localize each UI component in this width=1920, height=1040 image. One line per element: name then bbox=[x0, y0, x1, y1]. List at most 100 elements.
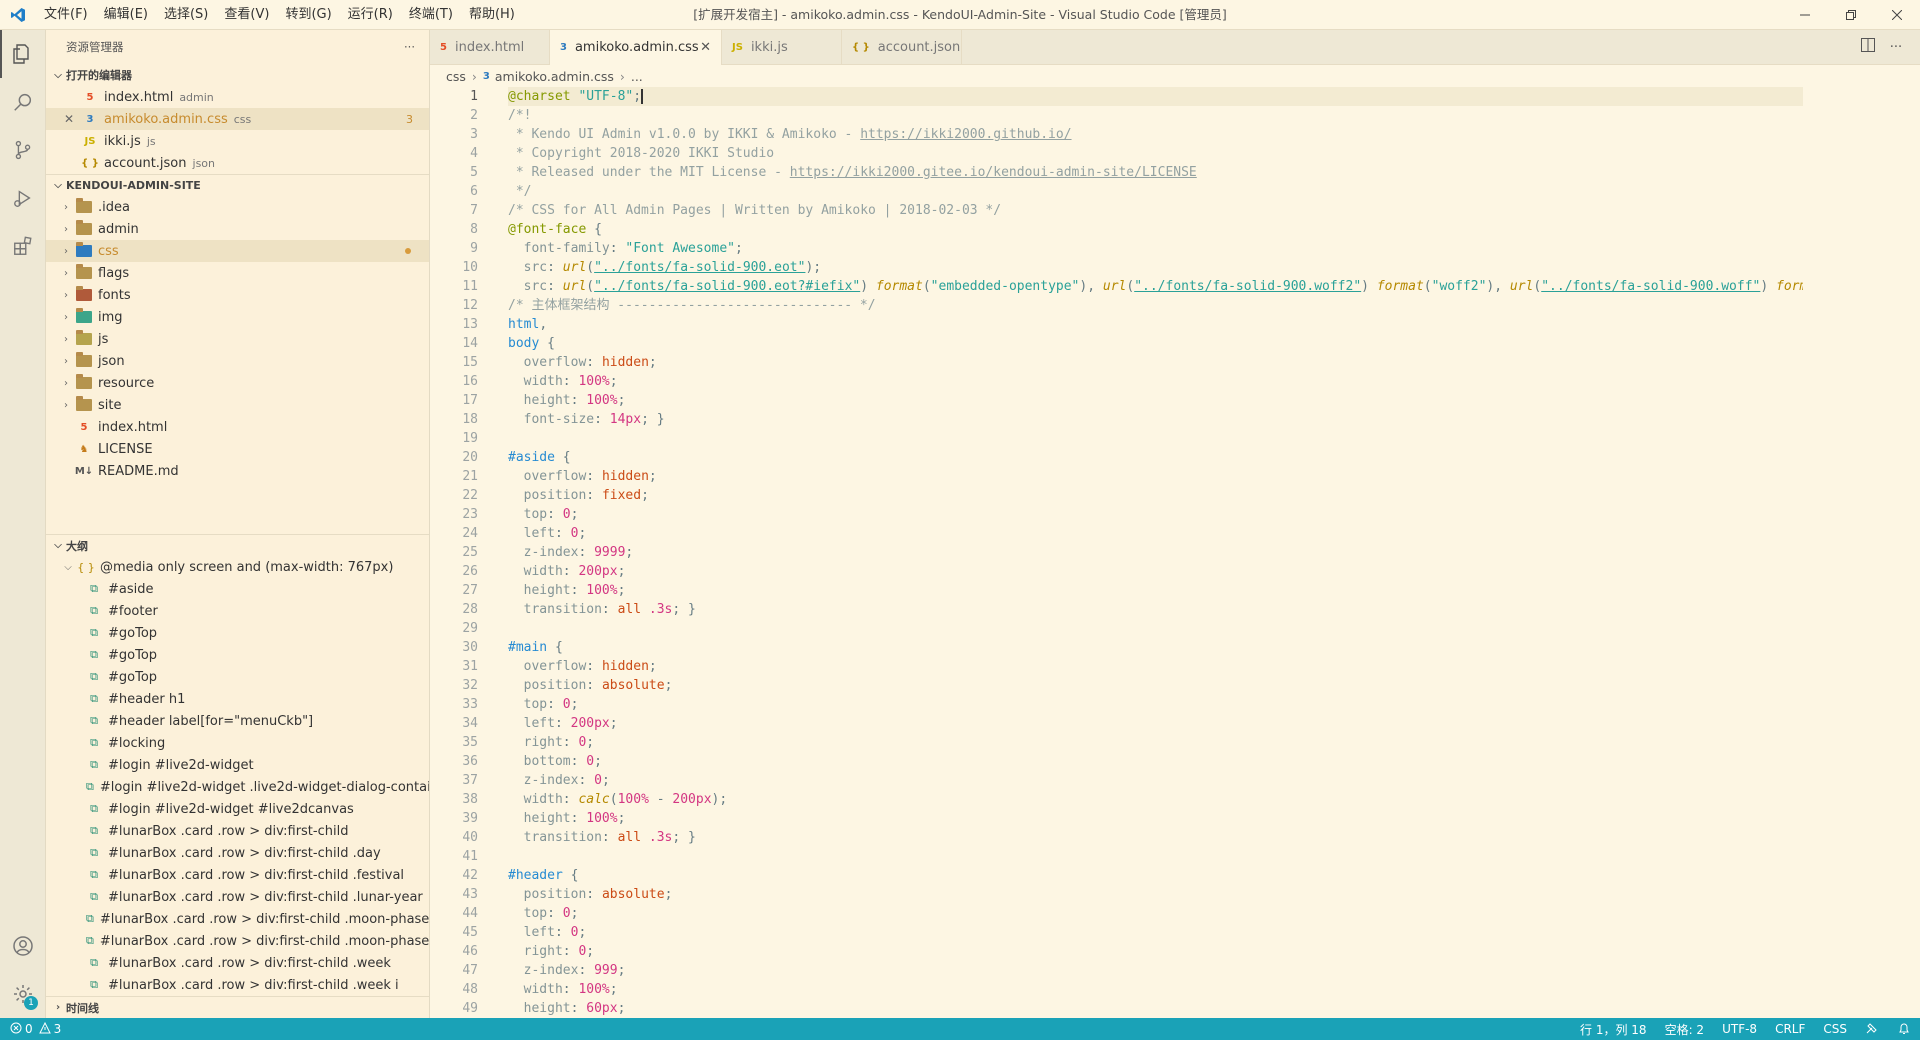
outline-item[interactable]: ⧉ #goTop bbox=[46, 622, 429, 644]
menu-item[interactable]: 运行(R) bbox=[340, 0, 401, 30]
outline-item[interactable]: ⧉ #lunarBox .card .row > div:first-child … bbox=[46, 842, 429, 864]
code-line[interactable]: bottom: 0; bbox=[508, 752, 1803, 771]
folder-item[interactable]: › .idea bbox=[46, 196, 429, 218]
breadcrumb-folder[interactable]: css bbox=[446, 69, 466, 84]
code-line[interactable]: * Kendo UI Admin v1.0.0 by IKKI & Amikok… bbox=[508, 125, 1803, 144]
folder-item[interactable]: › admin bbox=[46, 218, 429, 240]
menu-item[interactable]: 文件(F) bbox=[36, 0, 96, 30]
code-line[interactable]: height: 100%; bbox=[508, 391, 1803, 410]
code-line[interactable]: transition: all .3s; } bbox=[508, 828, 1803, 847]
code-line[interactable]: font-family: "Font Awesome"; bbox=[508, 239, 1803, 258]
code-line[interactable]: html, bbox=[508, 315, 1803, 334]
problems-status[interactable]: 0 3 bbox=[0, 1021, 61, 1037]
code-line[interactable] bbox=[508, 619, 1803, 638]
code-line[interactable]: left: 0; bbox=[508, 524, 1803, 543]
code-line[interactable]: #aside { bbox=[508, 448, 1803, 467]
code-line[interactable]: width: 100%; bbox=[508, 980, 1803, 999]
code-line[interactable]: @font-face { bbox=[508, 220, 1803, 239]
outline-item[interactable]: ⧉ #login #live2d-widget bbox=[46, 754, 429, 776]
project-section-header[interactable]: ⌵ KENDOUI-ADMIN-SITE bbox=[46, 174, 429, 196]
source-control-icon[interactable] bbox=[0, 126, 46, 174]
code-line[interactable]: overflow: hidden; bbox=[508, 467, 1803, 486]
menu-item[interactable]: 编辑(E) bbox=[96, 0, 156, 30]
code-line[interactable]: /* 主体框架结构 ------------------------------… bbox=[508, 296, 1803, 315]
code-line[interactable]: width: calc(100% - 200px); bbox=[508, 790, 1803, 809]
code-line[interactable]: width: 200px; bbox=[508, 562, 1803, 581]
open-editor-item[interactable]: { } account.json json bbox=[46, 152, 429, 174]
open-editors-section-header[interactable]: ⌵ 打开的编辑器 bbox=[46, 64, 429, 86]
outline-item[interactable]: ⧉ #header label[for="menuCkb"] bbox=[46, 710, 429, 732]
folder-item[interactable]: › site bbox=[46, 394, 429, 416]
open-editor-item[interactable]: ✕ 3 amikoko.admin.css css 3 bbox=[46, 108, 429, 130]
code-line[interactable]: left: 0; bbox=[508, 923, 1803, 942]
breadcrumb-more[interactable]: ... bbox=[631, 69, 643, 84]
outline-item[interactable]: ⧉ #goTop bbox=[46, 644, 429, 666]
cursor-position[interactable]: 行 1，列 18 bbox=[1571, 1021, 1656, 1038]
feedback-icon[interactable] bbox=[1856, 1021, 1888, 1038]
folder-item[interactable]: › fonts bbox=[46, 284, 429, 306]
folder-item[interactable]: › flags bbox=[46, 262, 429, 284]
code-line[interactable]: /* CSS for All Admin Pages | Written by … bbox=[508, 201, 1803, 220]
code-line[interactable]: position: fixed; bbox=[508, 486, 1803, 505]
outline-item[interactable]: ⧉ #lunarBox .card .row > div:first-child … bbox=[46, 930, 429, 952]
code-line[interactable]: position: absolute; bbox=[508, 676, 1803, 695]
outline-item[interactable]: ⧉ #lunarBox .card .row > div:first-child … bbox=[46, 864, 429, 886]
language-mode[interactable]: CSS bbox=[1814, 1022, 1856, 1036]
breadcrumb-file[interactable]: amikoko.admin.css bbox=[495, 69, 614, 84]
folder-item[interactable]: › img bbox=[46, 306, 429, 328]
code-text[interactable]: @charset "UTF-8"; /*! * Kendo UI Admin v1… bbox=[508, 87, 1803, 1018]
encoding[interactable]: UTF-8 bbox=[1713, 1022, 1766, 1036]
open-editor-item[interactable]: JS ikki.js js bbox=[46, 130, 429, 152]
tab-ikki-js[interactable]: JS ikki.js bbox=[722, 30, 842, 65]
code-line[interactable]: #header { bbox=[508, 866, 1803, 885]
code-line[interactable]: width: 100%; bbox=[508, 372, 1803, 391]
manage-gear-icon[interactable]: 1 bbox=[0, 970, 46, 1018]
folder-item[interactable]: › css bbox=[46, 240, 429, 262]
vscode-logo-icon[interactable] bbox=[0, 0, 36, 30]
account-icon[interactable] bbox=[0, 922, 46, 970]
minimize-icon[interactable] bbox=[1782, 0, 1828, 30]
extensions-icon[interactable] bbox=[0, 222, 46, 270]
code-line[interactable]: height: 100%; bbox=[508, 809, 1803, 828]
notifications-bell-icon[interactable] bbox=[1888, 1021, 1920, 1038]
outline-item[interactable]: ⧉ #login #live2d-widget #live2dcanvas bbox=[46, 798, 429, 820]
tab-index-html[interactable]: 5 index.html bbox=[430, 30, 550, 65]
code-line[interactable]: * Copyright 2018-2020 IKKI Studio bbox=[508, 144, 1803, 163]
close-window-icon[interactable] bbox=[1874, 0, 1920, 30]
run-debug-icon[interactable] bbox=[0, 174, 46, 222]
tab-amikoko-admin-css[interactable]: 3 amikoko.admin.css ✕ bbox=[550, 30, 722, 65]
more-actions-icon[interactable]: ··· bbox=[1882, 40, 1910, 55]
restore-icon[interactable] bbox=[1828, 0, 1874, 30]
code-line[interactable]: top: 0; bbox=[508, 904, 1803, 923]
outline-item[interactable]: ⧉ #lunarBox .card .row > div:first-child … bbox=[46, 908, 429, 930]
outline-item[interactable]: ⧉ #lunarBox .card .row > div:first-child bbox=[46, 820, 429, 842]
code-line[interactable]: src: url("../fonts/fa-solid-900.eot"); bbox=[508, 258, 1803, 277]
code-line[interactable]: z-index: 999; bbox=[508, 961, 1803, 980]
code-line[interactable]: overflow: hidden; bbox=[508, 657, 1803, 676]
code-line[interactable]: left: 200px; bbox=[508, 714, 1803, 733]
tab-account-json[interactable]: { } account.json bbox=[842, 30, 962, 65]
code-line[interactable]: height: 100%; bbox=[508, 581, 1803, 600]
code-editor[interactable]: 1 2 3 4 5 6 7 8 9 10 11 12 13 14 15 16 17 18 19 20 21 22 23 24 2… bbox=[430, 87, 1920, 1018]
code-line[interactable]: top: 0; bbox=[508, 505, 1803, 524]
outline-item[interactable]: ⧉ #login #live2d-widget .live2d-widget-di… bbox=[46, 776, 429, 798]
explorer-icon[interactable] bbox=[0, 30, 46, 78]
code-line[interactable]: z-index: 9999; bbox=[508, 543, 1803, 562]
code-line[interactable]: @charset "UTF-8"; bbox=[508, 87, 1803, 106]
code-line[interactable]: overflow: hidden; bbox=[508, 353, 1803, 372]
close-icon[interactable]: ✕ bbox=[700, 40, 711, 55]
folder-item[interactable]: › json bbox=[46, 350, 429, 372]
folder-item[interactable]: › resource bbox=[46, 372, 429, 394]
outline-item[interactable]: ⧉ #lunarBox .card .row > div:first-child … bbox=[46, 974, 429, 996]
code-line[interactable]: top: 0; bbox=[508, 695, 1803, 714]
menu-item[interactable]: 查看(V) bbox=[216, 0, 277, 30]
code-line[interactable] bbox=[508, 429, 1803, 448]
outline-item[interactable]: ⧉ #goTop bbox=[46, 666, 429, 688]
end-of-line[interactable]: CRLF bbox=[1766, 1022, 1814, 1036]
code-line[interactable]: src: url("../fonts/fa-solid-900.eot?#ief… bbox=[508, 277, 1803, 296]
search-icon[interactable] bbox=[0, 78, 46, 126]
outline-item[interactable]: ⧉ #footer bbox=[46, 600, 429, 622]
menu-item[interactable]: 选择(S) bbox=[156, 0, 216, 30]
code-line[interactable]: transition: all .3s; } bbox=[508, 600, 1803, 619]
close-icon[interactable]: ✕ bbox=[64, 112, 74, 126]
